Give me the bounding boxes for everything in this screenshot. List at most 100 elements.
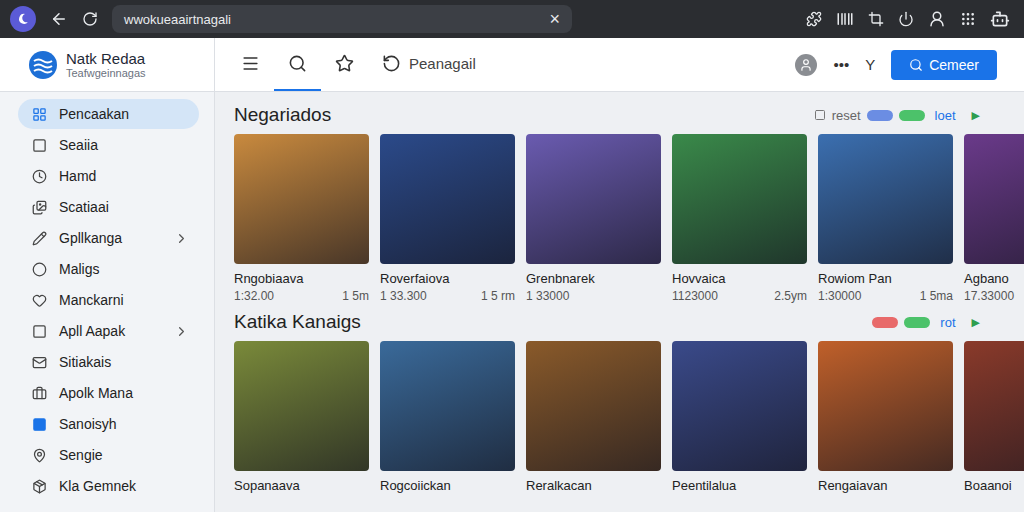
- sidebar-item-label: Scatiaai: [59, 199, 189, 215]
- game-card[interactable]: Rowiom Pan1:300001 5ma: [818, 134, 953, 303]
- game-card[interactable]: Reralkacan: [526, 341, 661, 493]
- sidebar-item[interactable]: Manckarni: [18, 285, 199, 315]
- browser-bar: wwokueaairtnagali×: [0, 0, 1024, 38]
- sidebar-item[interactable]: Gpllkanga: [18, 223, 199, 253]
- extension-icon[interactable]: [806, 11, 822, 27]
- sidebar-item-label: Apll Aapak: [59, 323, 162, 339]
- app-body: Natk RedaaTeafwgeinnagasPencaakanSeaiiaH…: [0, 38, 1024, 512]
- sidebar-item[interactable]: Maligs: [18, 254, 199, 284]
- game-title: Reralkacan: [526, 478, 661, 493]
- toggle-pill[interactable]: [899, 110, 925, 121]
- user-avatar[interactable]: [795, 54, 817, 76]
- apps-icon[interactable]: [960, 11, 976, 27]
- sidebar-item-icon: [32, 386, 47, 401]
- game-card[interactable]: Grenbnarek 1 33000: [526, 134, 661, 303]
- game-card[interactable]: Hovvaica11230002.5ym: [672, 134, 807, 303]
- next-button[interactable]: ▶: [972, 316, 980, 329]
- app-window: wwokueaairtnagali×Natk RedaaTeafwgeinnag…: [0, 0, 1024, 512]
- crop-icon[interactable]: [868, 11, 884, 27]
- sidebar-item[interactable]: Kla Gemnek: [18, 471, 199, 501]
- sidebar-item[interactable]: Pencaakan: [18, 99, 199, 129]
- game-card[interactable]: Rengaiavan: [818, 341, 953, 493]
- sidebar-item-icon: [32, 293, 47, 308]
- back-icon[interactable]: [50, 10, 68, 28]
- game-duration: 1 5 rm: [481, 289, 515, 303]
- sidebar-item-icon: [32, 355, 47, 370]
- section-title: Negariados: [234, 104, 331, 126]
- sidebar-item[interactable]: Sanoisyh: [18, 409, 199, 439]
- sidebar-item-icon: [32, 479, 47, 494]
- avatar-icon[interactable]: [990, 9, 1010, 29]
- filter-button[interactable]: Y: [865, 56, 875, 73]
- star-icon: [335, 54, 354, 73]
- game-price: 17.33000: [964, 289, 1014, 303]
- brand-subtitle: Teafwgeinnagas: [66, 67, 146, 79]
- game-title: Rowiom Pan: [818, 271, 953, 286]
- sidebar-item-icon: [32, 138, 47, 153]
- tab[interactable]: [227, 38, 274, 91]
- tab-bar: Peanagail: [227, 38, 490, 91]
- power-icon[interactable]: [898, 11, 914, 27]
- top-bar: Peanagail ••• Y Cemeer: [215, 38, 1024, 92]
- sidebar-item-icon: [32, 200, 47, 215]
- search-icon: [288, 54, 307, 73]
- game-art: [526, 134, 661, 264]
- game-duration: 2.5ym: [774, 289, 807, 303]
- section-link[interactable]: loet: [935, 108, 956, 123]
- game-art: [234, 134, 369, 264]
- sidebar-item[interactable]: Hamd: [18, 161, 199, 191]
- more-button[interactable]: •••: [833, 56, 849, 73]
- section-link[interactable]: rot: [940, 315, 955, 330]
- sidebar-item-icon: [32, 324, 47, 339]
- chevron-icon: [174, 231, 189, 246]
- sidebar-item[interactable]: Apolk Mana: [18, 378, 199, 408]
- sidebar-item[interactable]: Seaiia: [18, 130, 199, 160]
- reload-icon[interactable]: [82, 11, 98, 27]
- sidebar-item-icon: [32, 107, 47, 122]
- game-card[interactable]: Rogcoiickan: [380, 341, 515, 493]
- game-card[interactable]: Sopanaava: [234, 341, 369, 493]
- main: Peanagail ••• Y Cemeer Negariados reset loet ▶ R…: [215, 38, 1024, 512]
- toggle-pill[interactable]: [867, 110, 893, 121]
- menu-icon: [241, 54, 260, 73]
- game-card[interactable]: Rngobiaava1:32.001 5m: [234, 134, 369, 303]
- tab[interactable]: [321, 38, 368, 91]
- clear-button[interactable]: ×: [549, 10, 560, 28]
- sidebar-item[interactable]: Sengie: [18, 440, 199, 470]
- game-card[interactable]: Peentilalua: [672, 341, 807, 493]
- sidebar-item-label: Sanoisyh: [59, 416, 189, 432]
- toggle-pill[interactable]: [904, 317, 930, 328]
- address-bar[interactable]: wwokueaairtnagali×: [112, 5, 572, 33]
- toggle-pill[interactable]: [872, 317, 898, 328]
- game-card[interactable]: Agbano 17.33000: [964, 134, 1024, 303]
- game-art: [818, 341, 953, 471]
- game-card[interactable]: Boaanoi: [964, 341, 1024, 493]
- content: Negariados reset loet ▶ Rngobiaava 1:32.00 1 5…: [215, 92, 1024, 512]
- sidebar-item[interactable]: Sitiakais: [18, 347, 199, 377]
- reset-button[interactable]: reset: [832, 108, 861, 123]
- game-meta: 1 33.3001 5 rm: [380, 289, 515, 303]
- game-card[interactable]: Roverfaiova 1 33.3001 5 rm: [380, 134, 515, 303]
- next-button[interactable]: ▶: [972, 109, 980, 122]
- sidebar-item-icon: [32, 417, 47, 432]
- browser-logo-icon[interactable]: [10, 6, 36, 32]
- tab[interactable]: Peanagail: [368, 38, 490, 91]
- barcode-icon[interactable]: [836, 10, 854, 28]
- sidebar-item[interactable]: Apll Aapak: [18, 316, 199, 346]
- game-price: 1:30000: [818, 289, 861, 303]
- game-price: 1:32.00: [234, 289, 274, 303]
- game-price: 1 33000: [526, 289, 569, 303]
- sidebar-item-label: Seaiia: [59, 137, 189, 153]
- profile-icon[interactable]: [928, 10, 946, 28]
- section-header: Negariados reset loet ▶: [234, 104, 1024, 126]
- primary-button[interactable]: Cemeer: [891, 50, 997, 80]
- sidebar-item[interactable]: Scatiaai: [18, 192, 199, 222]
- sidebar-item-label: Apolk Mana: [59, 385, 189, 401]
- game-title: Rngobiaava: [234, 271, 369, 286]
- game-title: Roverfaiova: [380, 271, 515, 286]
- game-art: [380, 341, 515, 471]
- game-title: Grenbnarek: [526, 271, 661, 286]
- game-price: 1123000: [672, 289, 718, 303]
- game-title: Agbano: [964, 271, 1024, 286]
- tab[interactable]: [274, 38, 321, 91]
